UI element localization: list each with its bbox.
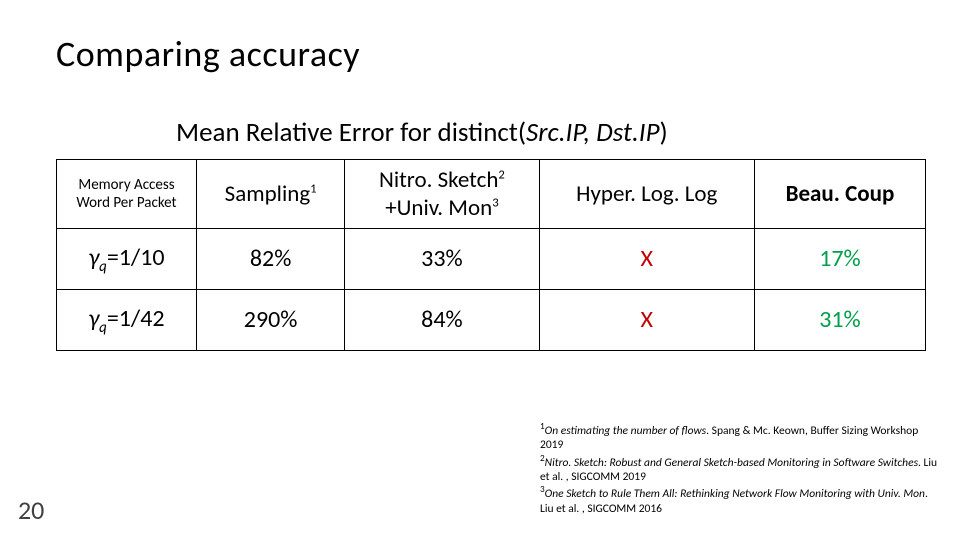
fn2-title: Nitro. Sketch: Robust and General Sketch… [545, 456, 918, 470]
col-sampling-label: Sampling [225, 180, 311, 208]
col-header-beaucoup: Beau. Coup [754, 160, 925, 229]
col-header-nitrosketch: Nitro. Sketch2 +Univ. Mon3 [345, 160, 539, 229]
row2-nitrosketch: 84% [345, 289, 539, 350]
gamma-symbol: γ [88, 243, 99, 272]
row2-sampling: 290% [197, 289, 345, 350]
col-sampling-sup: 1 [310, 181, 316, 196]
gamma-symbol: γ [88, 304, 99, 333]
page-number: 20 [18, 494, 44, 526]
col-nitro-sup1: 2 [498, 167, 504, 182]
row2-label: γq=1/42 [57, 289, 197, 350]
subtitle-suffix: ) [660, 116, 668, 149]
table-row: γq=1/10 82% 33% X 17% [57, 229, 926, 290]
col-nitro-line2: +Univ. Mon [385, 194, 492, 222]
footnote-3: 3One Sketch to Rule Them All: Rethinking… [540, 484, 940, 516]
col-header-hyperloglog: Hyper. Log. Log [539, 160, 754, 229]
q-subscript: q [99, 318, 107, 336]
row2-hyperloglog: X [539, 289, 754, 350]
row1-hyperloglog: X [539, 229, 754, 290]
subtitle-prefix: Mean Relative Error for distinct( [176, 116, 526, 149]
subtitle: Mean Relative Error for distinct(Src.IP,… [176, 116, 904, 149]
row1-sampling: 82% [197, 229, 345, 290]
table-header-row: Memory Access Word Per Packet Sampling1 … [57, 160, 926, 229]
fn1-title: On estimating the number of flows [545, 424, 707, 438]
col-beaucoup-label: Beau. Coup [786, 180, 895, 208]
q-subscript: q [99, 257, 107, 275]
col-header-sampling: Sampling1 [197, 160, 345, 229]
table-row: γq=1/42 290% 84% X 31% [57, 289, 926, 350]
col-nitro-sup2: 3 [492, 195, 498, 210]
rowhdr-line2: Word Per Packet [76, 194, 176, 212]
row1-nitrosketch: 33% [345, 229, 539, 290]
row1-label: γq=1/10 [57, 229, 197, 290]
footnote-2: 2Nitro. Sketch: Robust and General Sketc… [540, 453, 940, 485]
row1-eq: =1/10 [107, 243, 165, 272]
row2-eq: =1/42 [107, 304, 165, 333]
subtitle-param: Src.IP, Dst.IP [526, 116, 659, 149]
comparison-table: Memory Access Word Per Packet Sampling1 … [56, 159, 926, 351]
rowhdr-line1: Memory Access [78, 176, 174, 194]
row2-beaucoup: 31% [754, 289, 925, 350]
footnotes: 1On estimating the number of flows. Span… [540, 421, 940, 516]
col-nitro-line1: Nitro. Sketch [379, 166, 498, 194]
col-header-rowhdr: Memory Access Word Per Packet [57, 160, 197, 229]
row1-beaucoup: 17% [754, 229, 925, 290]
slide: Comparing accuracy Mean Relative Error f… [0, 0, 960, 540]
fn3-title: One Sketch to Rule Them All: Rethinking … [545, 487, 925, 501]
page-title: Comparing accuracy [56, 32, 904, 76]
footnote-1: 1On estimating the number of flows. Span… [540, 421, 940, 453]
